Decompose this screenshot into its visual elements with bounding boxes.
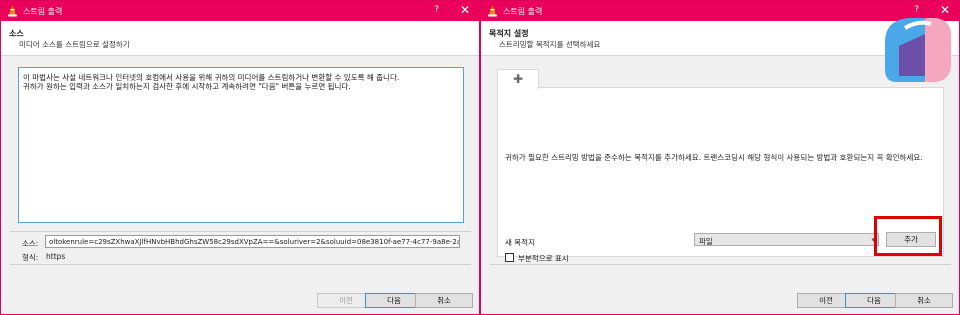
cancel-button[interactable]: 취소 xyxy=(415,293,473,308)
destination-info: 귀하가 필요한 스트리밍 방법을 준수하는 목적지를 추가하세요. 트랜스코딩시… xyxy=(505,153,923,162)
type-label: 형식: xyxy=(22,253,39,262)
window-title: 스트림 출력 xyxy=(503,7,543,16)
source-label: 소스: xyxy=(22,239,39,248)
add-destination-tab[interactable]: ✚ xyxy=(497,69,539,89)
page-subtitle: 스트리밍할 목적지를 선택하세요 xyxy=(499,40,601,49)
new-destination-label: 새 목적지 xyxy=(505,238,535,247)
show-partial-label: 부분적으로 표시 xyxy=(518,254,569,263)
brand-logo xyxy=(885,18,951,82)
page-title: 목적지 설정 xyxy=(489,29,529,38)
destination-type-value: 파일 xyxy=(699,237,713,246)
vlc-cone-icon xyxy=(488,5,497,17)
type-value: https xyxy=(46,252,66,261)
page-header: 소스 미디어 소스를 스트림으로 설정하기 xyxy=(1,21,479,56)
show-partial-checkbox[interactable] xyxy=(505,253,514,262)
divider xyxy=(10,231,471,232)
source-field[interactable]: oltokenrule=c29sZXhwaXJlfHNvbHBhdGhsZW58… xyxy=(45,235,460,248)
help-button[interactable]: ? xyxy=(434,5,439,15)
close-button[interactable]: ✕ xyxy=(460,3,470,17)
cancel-button[interactable]: 취소 xyxy=(895,293,953,308)
window-title: 스트림 출력 xyxy=(23,7,63,16)
vlc-cone-icon xyxy=(8,5,17,17)
highlight-box xyxy=(874,216,942,256)
title-bar: 스트림 출력 ? ✕ xyxy=(1,1,479,21)
page-subtitle: 미디어 소스를 스트림으로 설정하기 xyxy=(19,40,130,49)
destination-type-select[interactable]: 파일 ▾ xyxy=(694,233,879,246)
page-title: 소스 xyxy=(9,29,24,38)
description-text: 이 마법사는 사설 네트워크나 인터넷의 호컴에서 사용을 위해 귀하의 미디어… xyxy=(18,67,464,223)
stream-output-source-window: 스트림 출력 ? ✕ 소스 미디어 소스를 스트림으로 설정하기 이 마법사는 … xyxy=(0,0,480,315)
divider xyxy=(490,264,951,265)
divider xyxy=(10,264,471,265)
